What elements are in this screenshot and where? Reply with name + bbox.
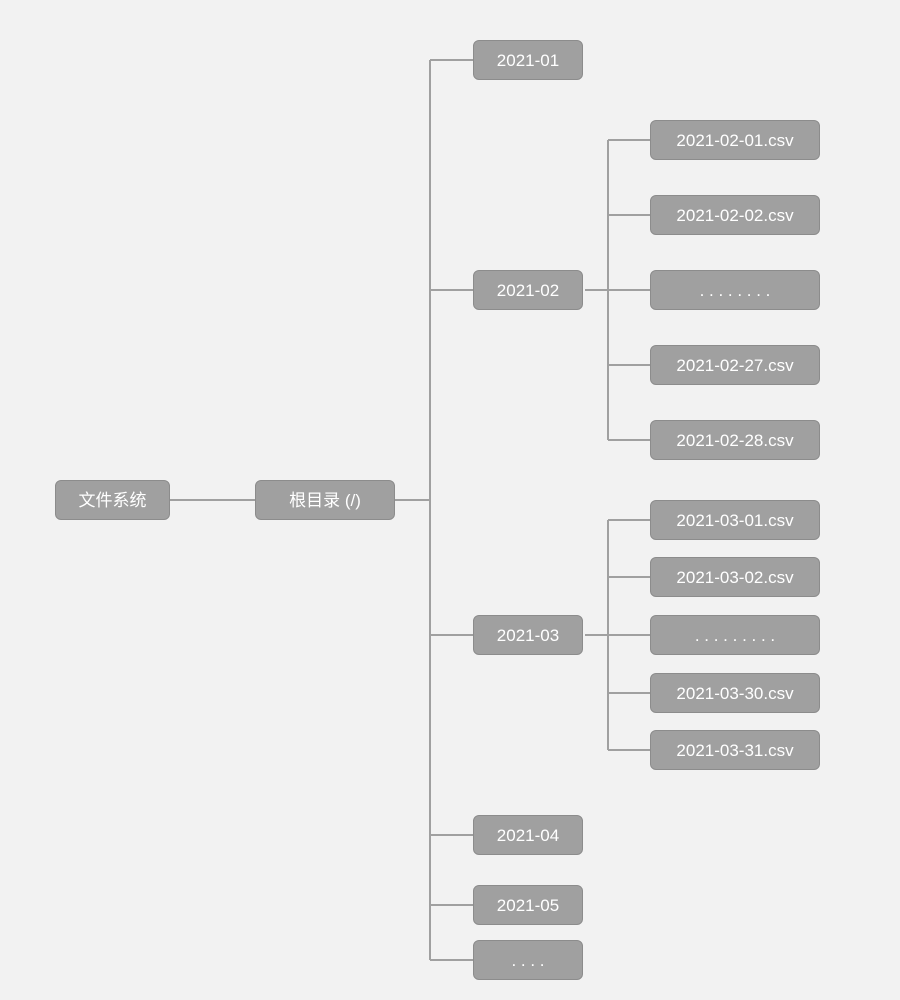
- node-month-2021-03: 2021-03: [473, 615, 583, 655]
- node-month-2021-01: 2021-01: [473, 40, 583, 80]
- node-file-03-31: 2021-03-31.csv: [650, 730, 820, 770]
- node-month-ellipsis: . . . .: [473, 940, 583, 980]
- node-file-03-01: 2021-03-01.csv: [650, 500, 820, 540]
- node-file-02-27: 2021-02-27.csv: [650, 345, 820, 385]
- node-file-02-28: 2021-02-28.csv: [650, 420, 820, 460]
- node-month-2021-02: 2021-02: [473, 270, 583, 310]
- tree-diagram: 文件系统 根目录 (/) 2021-01 2021-02 2021-03 202…: [0, 0, 900, 1000]
- node-filesystem: 文件系统: [55, 480, 170, 520]
- node-month-2021-05: 2021-05: [473, 885, 583, 925]
- node-month-2021-04: 2021-04: [473, 815, 583, 855]
- node-file-02-02: 2021-02-02.csv: [650, 195, 820, 235]
- node-file-03-02: 2021-03-02.csv: [650, 557, 820, 597]
- node-file-03-30: 2021-03-30.csv: [650, 673, 820, 713]
- node-file-02-01: 2021-02-01.csv: [650, 120, 820, 160]
- node-file-02-ellipsis: . . . . . . . .: [650, 270, 820, 310]
- node-file-03-ellipsis: . . . . . . . . .: [650, 615, 820, 655]
- node-root-dir: 根目录 (/): [255, 480, 395, 520]
